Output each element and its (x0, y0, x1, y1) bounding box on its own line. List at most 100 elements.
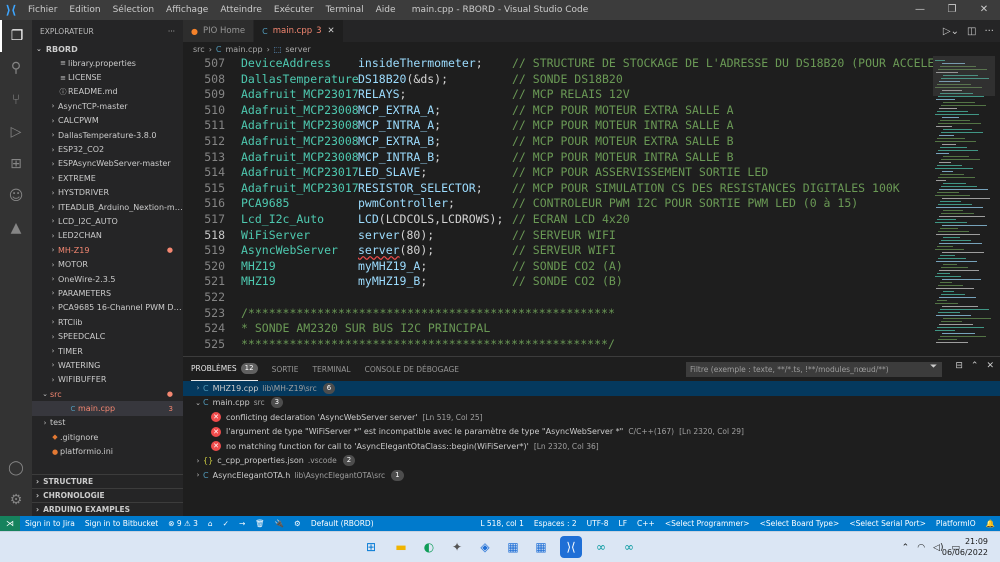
tree-item[interactable]: › EXTREME (32, 171, 183, 185)
problem-item[interactable]: ✕ no matching function for call to 'Async… (183, 439, 1000, 454)
menu-fichier[interactable]: Fichier (22, 0, 63, 20)
section-arduino-examples[interactable]: › ARDUINO EXAMPLES (32, 502, 183, 516)
chevron-up-icon[interactable]: ⌃ (902, 543, 910, 553)
menu-executer[interactable]: Exécuter (268, 0, 320, 20)
explorer-icon[interactable]: ❐ (0, 20, 32, 52)
status-item[interactable]: C++ (632, 519, 660, 528)
menu-atteindre[interactable]: Atteindre (214, 0, 268, 20)
tree-item[interactable]: › AsyncTCP-master (32, 99, 183, 113)
workspace-root[interactable]: ⌄ RBORD (32, 42, 183, 56)
clock[interactable]: 21:09 06/06/2022 (942, 536, 988, 558)
menu-terminal[interactable]: Terminal (320, 0, 370, 20)
extensions-icon[interactable]: ⊞ (0, 148, 32, 180)
close-icon[interactable]: ✕ (968, 0, 1000, 20)
tree-item[interactable]: ◆ .gitignore (32, 430, 183, 444)
problem-file-group[interactable]: ⌄ Cmain.cpp src 3 (183, 396, 1000, 411)
status-item[interactable]: UTF-8 (582, 519, 614, 528)
tree-item[interactable]: › CALCPWM (32, 114, 183, 128)
status-item[interactable]: PlatformIO (931, 519, 981, 528)
tree-item[interactable]: › DallasTemperature-3.8.0 (32, 128, 183, 142)
app-icon[interactable]: ▦ (502, 536, 524, 558)
tab-debug-console[interactable]: CONSOLE DE DÉBOGAGE (365, 357, 459, 381)
tree-item[interactable]: › SPEEDCALC (32, 329, 183, 343)
tree-item[interactable]: › MH-Z19 ● (32, 243, 183, 257)
editor-scrollbar[interactable] (995, 56, 1000, 352)
tree-item[interactable]: › RTClib (32, 315, 183, 329)
problem-file-group[interactable]: ›{} c_cpp_properties.json .vscode 2 (183, 454, 1000, 469)
menu-aide[interactable]: Aide (370, 0, 402, 20)
more-actions-icon[interactable]: ··· (168, 27, 175, 36)
status-item[interactable]: Espaces : 2 (529, 519, 582, 528)
tree-item[interactable]: › ESP32_CO2 (32, 142, 183, 156)
code-editor[interactable]: 507 DeviceAddress insideThermometer;// STR… (183, 56, 933, 352)
vscode-taskbar-icon[interactable]: ⟩⟨ (560, 536, 582, 558)
app-icon[interactable]: ▦ (530, 536, 552, 558)
tree-item[interactable]: ≡ library.properties (32, 56, 183, 70)
breadcrumb-src[interactable]: src (193, 45, 205, 54)
close-panel-icon[interactable]: ✕ (986, 361, 994, 371)
status-item[interactable]: 🗑 (250, 519, 270, 528)
tree-item[interactable]: ⓘ README.md (32, 85, 183, 99)
status-item[interactable]: Sign in to Jira (20, 519, 80, 528)
remote-icon[interactable]: ⋊ (0, 516, 20, 531)
status-item[interactable]: ⚙ (289, 519, 306, 528)
chevron-up-icon[interactable]: ⌃ (971, 361, 979, 371)
tree-item[interactable]: ⌄ src ● (32, 387, 183, 401)
section-structure[interactable]: › STRUCTURE (32, 474, 183, 488)
windows-start-icon[interactable]: ⊞ (360, 536, 382, 558)
run-debug-icon[interactable]: ▷ (0, 116, 32, 148)
status-item[interactable]: Default (RBORD) (306, 519, 379, 528)
run-icon[interactable]: ▷⌄ (943, 26, 959, 37)
section-chronologie[interactable]: › CHRONOLOGIE (32, 488, 183, 502)
tab-output[interactable]: SORTIE (272, 357, 299, 381)
app-icon[interactable]: ✦ (446, 536, 468, 558)
filter-icon[interactable]: ⏷ (930, 362, 937, 372)
problem-item[interactable]: ✕ conflicting declaration 'AsyncWebServer… (183, 410, 1000, 425)
breadcrumb-file[interactable]: main.cpp (225, 45, 262, 54)
split-editor-icon[interactable]: ◫ (967, 26, 976, 37)
problems-filter-input[interactable]: Filtre (exemple : texte, **/*.ts, !**/mo… (686, 362, 942, 377)
atlassian-icon[interactable]: ▲ (0, 212, 32, 244)
tree-item[interactable]: › OneWire-2.3.5 (32, 272, 183, 286)
status-item[interactable]: <Select Programmer> (660, 519, 755, 528)
restore-icon[interactable]: ❐ (936, 0, 968, 20)
collapse-all-icon[interactable]: ⊟ (955, 361, 963, 371)
tree-item[interactable]: ≡ LICENSE (32, 70, 183, 84)
tab-problems[interactable]: PROBLÈMES 12 (191, 357, 258, 381)
tree-item[interactable]: › TIMER (32, 344, 183, 358)
tree-item[interactable]: ● platformio.ini (32, 445, 183, 459)
tab-main-cpp[interactable]: C main.cpp 3 ✕ (254, 20, 344, 42)
tree-item[interactable]: › HYSTDRIVER (32, 186, 183, 200)
file-explorer-icon[interactable]: ▬ (390, 536, 412, 558)
platformio-icon[interactable]: ☺ (0, 180, 32, 212)
minimap-viewport[interactable] (933, 56, 995, 96)
minimap[interactable] (933, 56, 995, 352)
tree-item[interactable]: › WIFIBUFFER (32, 373, 183, 387)
status-item[interactable]: ⊗ 9 ⚠ 3 (163, 519, 203, 528)
status-item[interactable]: → (234, 519, 250, 528)
wifi-icon[interactable]: ◠ (917, 543, 925, 553)
edge-browser-icon[interactable]: ◐ (418, 536, 440, 558)
tree-item[interactable]: › MOTOR (32, 257, 183, 271)
status-item[interactable]: ✓ (218, 519, 234, 528)
tree-item[interactable]: › PCA9685 16-Channel PWM Dri... (32, 301, 183, 315)
account-icon[interactable]: ◯ (0, 452, 32, 484)
menu-edition[interactable]: Edition (63, 0, 106, 20)
arduino-icon[interactable]: ∞ (590, 536, 612, 558)
tree-item[interactable]: › LED2CHAN (32, 229, 183, 243)
status-item[interactable]: 🔌 (270, 519, 289, 528)
problem-file-group[interactable]: › C MHZ19.cpp lib\MH-Z19\src 6 (183, 381, 1000, 396)
status-item[interactable]: L 518, col 1 (475, 519, 529, 528)
tree-item[interactable]: › ITEADLIB_Arduino_Nextion-ma... (32, 200, 183, 214)
breadcrumb-symbol[interactable]: server (285, 45, 310, 54)
status-item[interactable]: <Select Serial Port> (844, 519, 931, 528)
tree-item[interactable]: › LCD_I2C_AUTO (32, 214, 183, 228)
tree-item[interactable]: › WATERING (32, 358, 183, 372)
more-actions-icon[interactable]: ··· (984, 26, 994, 37)
status-item[interactable]: ⌂ (203, 519, 218, 528)
source-control-icon[interactable]: ⑂ (0, 84, 32, 116)
settings-gear-icon[interactable]: ⚙ (0, 484, 32, 516)
tree-item[interactable]: › ESPAsyncWebServer-master (32, 157, 183, 171)
menu-selection[interactable]: Sélection (107, 0, 160, 20)
problem-file-group[interactable]: › C AsyncElegantOTA.h lib\AsyncElegantOTA\s… (183, 468, 1000, 483)
